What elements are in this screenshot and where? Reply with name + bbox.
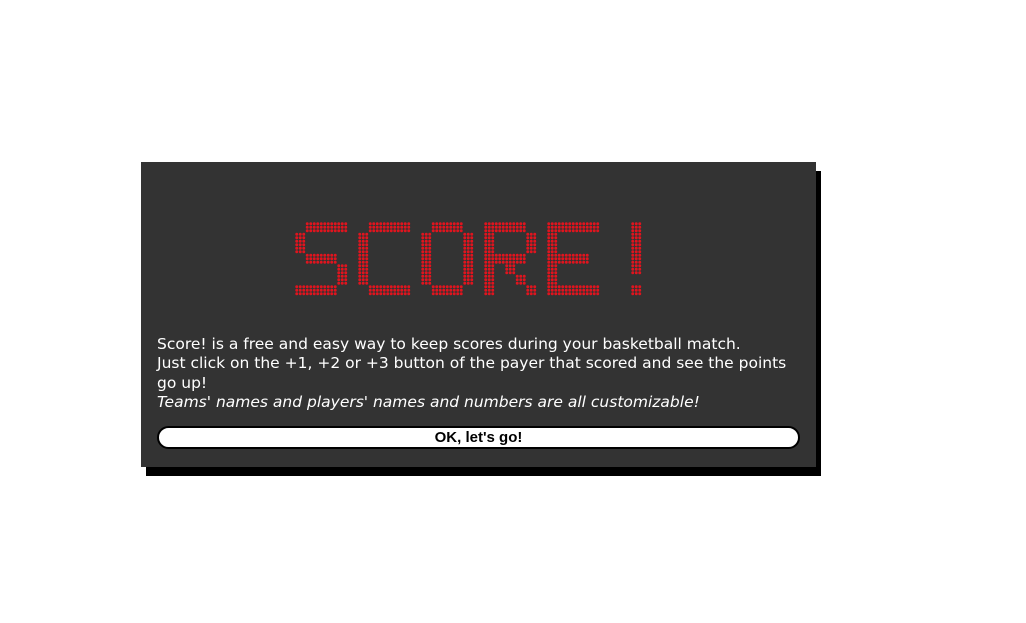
intro-text: Score! is a free and easy way to keep sc… bbox=[157, 335, 802, 412]
intro-line-1: Score! is a free and easy way to keep sc… bbox=[157, 335, 741, 353]
led-glyph-r bbox=[484, 222, 537, 296]
intro-line-3: Teams' names and players' names and numb… bbox=[157, 392, 700, 411]
score-logo bbox=[141, 162, 816, 322]
led-glyph-o bbox=[421, 222, 474, 296]
led-glyph-exclamation bbox=[631, 222, 642, 296]
led-score-logo bbox=[295, 222, 642, 296]
led-glyph-c bbox=[358, 222, 411, 296]
ok-lets-go-button[interactable]: OK, let's go! bbox=[157, 426, 800, 449]
intro-dialog: Score! is a free and easy way to keep sc… bbox=[141, 162, 816, 467]
led-glyph-e bbox=[547, 222, 600, 296]
intro-line-2: Just click on the +1, +2 or +3 button of… bbox=[157, 354, 787, 392]
led-glyph-s bbox=[295, 222, 348, 296]
